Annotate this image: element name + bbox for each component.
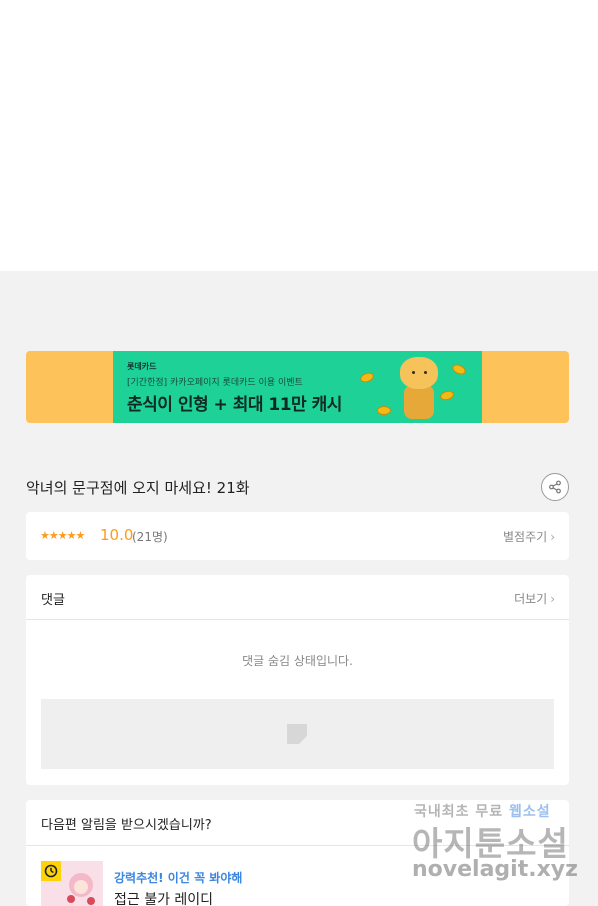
ad-placeholder-icon [287, 724, 307, 744]
comments-more-label: 더보기 [514, 592, 548, 606]
rating-score: 10.0 [100, 526, 134, 544]
ad-banner[interactable]: 롯데카드 [기간한정] 카카오페이지 롯데카드 이용 이벤트 춘식이 인형 + … [26, 351, 569, 423]
banner-headline: 춘식이 인형 + 최대 11만 캐시 [127, 395, 342, 415]
recommendation-title[interactable]: 접근 불가 레이디 [114, 889, 213, 906]
next-episode-header: 다음편 알림을 받으시겠습니까? [26, 800, 569, 846]
coin-icon [358, 370, 376, 385]
clock-icon [41, 861, 61, 881]
chevron-right-icon: › [550, 592, 555, 606]
episode-title-row: 악녀의 문구점에 오지 마세요! 21화 [26, 472, 569, 502]
banner-subtitle: [기간한정] 카카오페이지 롯데카드 이용 이벤트 [127, 378, 303, 388]
share-button[interactable] [541, 473, 569, 501]
banner-brand: 롯데카드 [127, 362, 157, 371]
choonsik-character-icon [396, 357, 444, 419]
next-episode-card: 다음편 알림을 받으시겠습니까? 강력추천! 이건 꼭 봐야해 접근 불가 레이… [26, 800, 569, 906]
comments-hidden-message: 댓글 숨김 상태입니다. [242, 654, 353, 668]
comments-card: 댓글 더보기 › 댓글 숨김 상태입니다. [26, 575, 569, 785]
recommendation-thumbnail[interactable] [41, 861, 103, 906]
comments-more-button[interactable]: 더보기 › [514, 590, 555, 607]
comments-header: 댓글 더보기 › [26, 575, 569, 620]
comments-label: 댓글 [41, 593, 65, 608]
recommendation-tag[interactable]: 강력추천! 이건 꼭 봐야해 [114, 869, 242, 886]
rate-button[interactable]: 별점주기 › [503, 528, 555, 545]
share-icon [549, 480, 561, 494]
coin-icon [377, 406, 391, 415]
rate-button-label: 별점주기 [503, 530, 548, 544]
content-blank-area [0, 0, 598, 271]
rating-count: (21명) [132, 530, 168, 544]
next-episode-question: 다음편 알림을 받으시겠습니까? [41, 818, 212, 833]
chevron-right-icon: › [550, 530, 555, 544]
rating-stars: ★★★★★ [40, 529, 85, 542]
ad-placeholder[interactable] [41, 699, 554, 769]
rating-card: ★★★★★ 10.0 (21명) 별점주기 › [26, 512, 569, 560]
ad-banner-inner[interactable]: 롯데카드 [기간한정] 카카오페이지 롯데카드 이용 이벤트 춘식이 인형 + … [113, 351, 482, 423]
episode-title: 악녀의 문구점에 오지 마세요! 21화 [26, 479, 250, 497]
coin-icon [450, 362, 468, 377]
